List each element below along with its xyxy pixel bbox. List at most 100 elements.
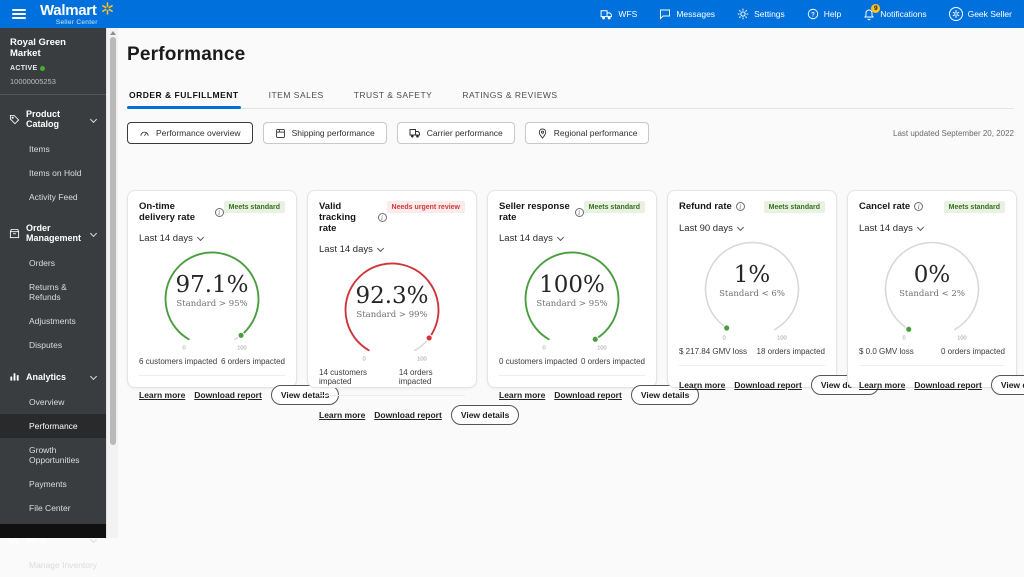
period-dropdown[interactable]: Last 90 days — [679, 223, 825, 234]
card-refund-rate: Refund rate i Meets standard Last 90 day… — [667, 190, 880, 395]
help-icon: ? — [807, 8, 819, 20]
tab-item-sales[interactable]: ITEM SALES — [267, 84, 326, 108]
topnav-settings[interactable]: Settings — [737, 8, 785, 20]
divider — [859, 365, 1005, 366]
divider — [679, 365, 825, 366]
card-title: Valid tracking rate — [319, 201, 356, 234]
view-details-button[interactable]: View details — [990, 375, 1024, 395]
view-details-button[interactable]: View details — [450, 405, 520, 425]
svg-text:100: 100 — [237, 346, 246, 352]
card-title: Seller response rate — [499, 201, 570, 223]
gauge-chart: 0 100 — [510, 245, 634, 355]
chevron-down-icon — [376, 244, 384, 252]
left-stat: 14 customers impacted — [319, 368, 368, 386]
sidebar-item-returns-refunds[interactable]: Returns & Refunds — [0, 275, 106, 309]
sidebar-item-manage-inventory[interactable]: Manage Inventory — [0, 553, 106, 577]
regional-performance-button[interactable]: Regional performance — [524, 122, 650, 144]
left-stat: 0 customers impacted — [499, 357, 578, 366]
sidebar-item-activity-feed[interactable]: Activity Feed — [0, 185, 106, 209]
learn-more-link[interactable]: Learn more — [859, 380, 905, 390]
hamburger-menu-icon[interactable] — [12, 9, 26, 19]
last-updated-text: Last updated September 20, 2022 — [893, 128, 1014, 138]
divider — [139, 375, 285, 376]
sidebar-item-file-center[interactable]: File Center — [0, 496, 106, 520]
sidebar-item-product-catalog[interactable]: Product Catalog — [0, 101, 106, 137]
section-product-catalog: Product Catalog Items Items on Hold Acti… — [0, 101, 106, 209]
package-icon — [275, 128, 285, 138]
download-report-link[interactable]: Download report — [734, 380, 802, 390]
scrollbar-thumb[interactable] — [109, 37, 116, 445]
topnav-notifications[interactable]: 9 Notifications — [863, 3, 927, 21]
gear-icon — [737, 8, 749, 20]
sidebar-item-growth-opportunities[interactable]: Growth Opportunities — [0, 438, 106, 472]
sidebar-item-order-management[interactable]: Order Management — [0, 215, 106, 251]
period-dropdown[interactable]: Last 14 days — [139, 233, 285, 244]
right-stat: 14 orders impacted — [398, 368, 433, 386]
tab-ratings-reviews[interactable]: RATINGS & REVIEWS — [460, 84, 559, 108]
learn-more-link[interactable]: Learn more — [319, 410, 365, 420]
tag-icon — [9, 114, 20, 124]
divider — [499, 375, 645, 376]
sidebar-item-analytics[interactable]: Analytics — [0, 363, 106, 390]
info-icon[interactable]: i — [574, 207, 584, 217]
download-report-link[interactable]: Download report — [554, 390, 622, 400]
shipping-performance-button[interactable]: Shipping performance — [262, 122, 387, 144]
chevron-down-icon — [89, 229, 98, 237]
topnav-messages[interactable]: Messages — [659, 8, 715, 20]
info-icon[interactable]: i — [914, 202, 924, 211]
walmart-logo[interactable]: Walmart Seller Center — [40, 2, 114, 27]
download-report-link[interactable]: Download report — [374, 410, 442, 420]
account-spark-icon — [948, 7, 963, 21]
download-report-link[interactable]: Download report — [194, 390, 262, 400]
svg-text:100: 100 — [957, 336, 966, 342]
chart-icon — [10, 373, 19, 381]
topnav-help[interactable]: ? Help — [807, 8, 841, 20]
box-icon — [9, 228, 20, 238]
right-stat: 0 orders impacted — [940, 347, 1005, 356]
carrier-performance-button[interactable]: Carrier performance — [396, 122, 515, 144]
svg-text:0: 0 — [363, 357, 366, 363]
period-dropdown[interactable]: Last 14 days — [319, 244, 465, 255]
left-stat: $ 217.84 GMV loss — [679, 347, 748, 356]
gauge-chart: 0 100 — [330, 256, 454, 366]
sidebar-item-payments[interactable]: Payments — [0, 472, 106, 496]
card-title: On-time delivery rate — [139, 201, 195, 223]
sidebar-item-adjustments[interactable]: Adjustments — [0, 309, 106, 333]
chat-icon — [659, 8, 671, 20]
info-icon[interactable]: i — [377, 213, 387, 222]
left-stat: $ 0.0 GMV loss — [859, 347, 914, 356]
topnav-account[interactable]: Geek Seller — [948, 7, 1012, 21]
left-stat: 6 customers impacted — [139, 357, 218, 366]
status-badge: Meets standard — [583, 201, 645, 213]
learn-more-link[interactable]: Learn more — [679, 380, 725, 390]
sidebar-item-disputes[interactable]: Disputes — [0, 333, 106, 357]
store-id: 10000005253 — [10, 77, 56, 86]
store-name: Royal Green Market — [10, 37, 66, 59]
sidebar-item-items[interactable]: Items — [0, 137, 106, 161]
topnav-wfs[interactable]: WFS — [600, 8, 637, 21]
tab-trust-safety[interactable]: TRUST & SAFETY — [352, 84, 435, 108]
info-icon[interactable]: i — [214, 207, 224, 217]
sidebar-bottom-strip — [0, 524, 106, 538]
bell-icon: 9 — [863, 3, 881, 21]
sidebar-item-orders[interactable]: Orders — [0, 251, 106, 275]
sidebar-item-items-on-hold[interactable]: Items on Hold — [0, 161, 106, 185]
info-icon[interactable]: i — [735, 202, 745, 211]
sidebar-item-performance[interactable]: Performance — [0, 414, 106, 438]
sidebar-scrollbar[interactable] — [106, 28, 118, 538]
performance-overview-button[interactable]: Performance overview — [127, 122, 253, 144]
learn-more-link[interactable]: Learn more — [139, 390, 185, 400]
chevron-down-icon — [916, 223, 924, 231]
period-dropdown[interactable]: Last 14 days — [859, 223, 1005, 234]
download-report-link[interactable]: Download report — [914, 380, 982, 390]
chevron-down-icon — [556, 233, 564, 241]
main-content: Performance ORDER & FULFILLMENT ITEM SAL… — [118, 28, 1024, 538]
scrollbar-up-arrow-icon[interactable] — [109, 31, 116, 35]
tab-order-fulfillment[interactable]: ORDER & FULFILLMENT — [127, 84, 241, 109]
learn-more-link[interactable]: Learn more — [499, 390, 545, 400]
svg-text:0: 0 — [183, 346, 186, 352]
period-dropdown[interactable]: Last 14 days — [499, 233, 645, 244]
sidebar-item-overview[interactable]: Overview — [0, 390, 106, 414]
status-badge: Meets standard — [943, 201, 1005, 213]
gauge-chart: 0 100 — [690, 235, 814, 345]
